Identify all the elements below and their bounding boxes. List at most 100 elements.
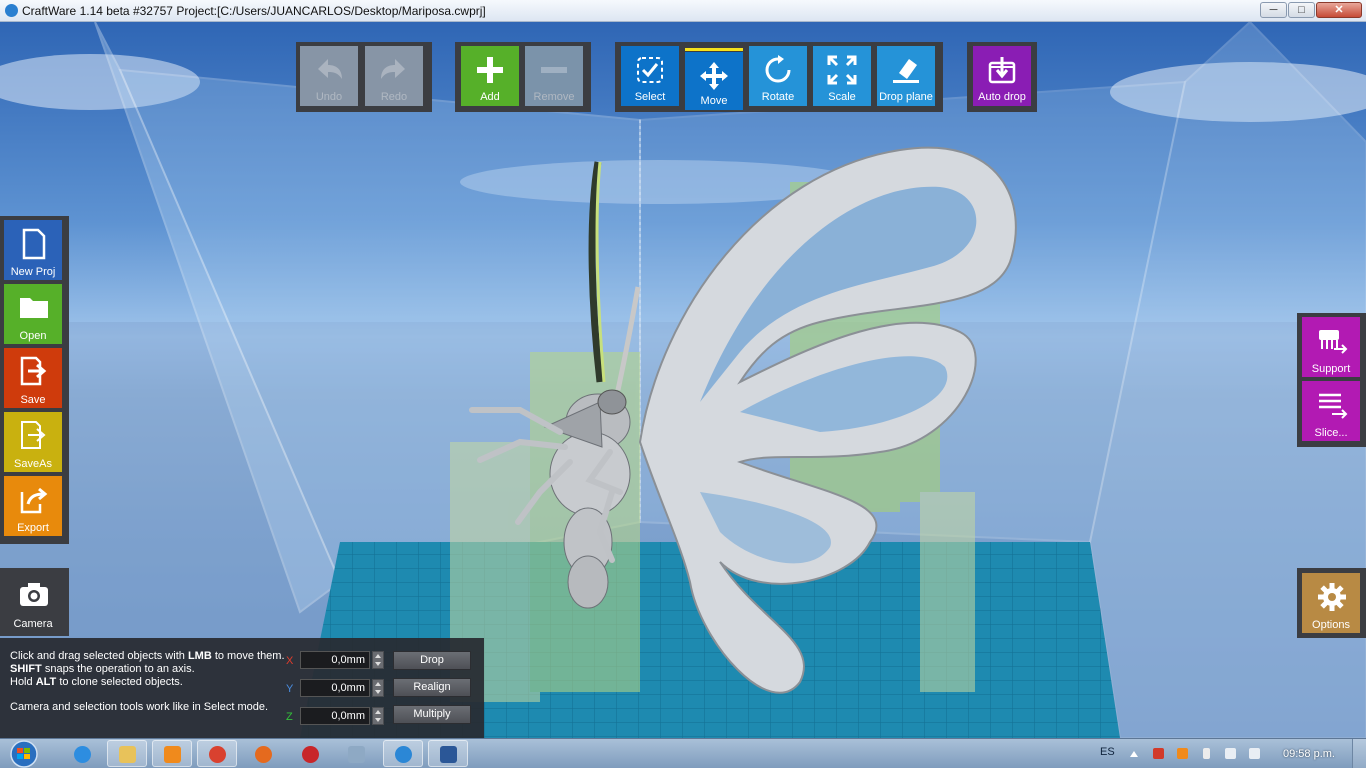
- folder-icon: [119, 746, 136, 763]
- taskbar-chrome[interactable]: [197, 740, 237, 767]
- x-offset-spinner[interactable]: [372, 651, 384, 669]
- open-label: Open: [19, 330, 47, 342]
- select-check-icon: [637, 57, 663, 83]
- save-as-button[interactable]: SaveAs: [4, 412, 62, 472]
- plus-icon: [477, 57, 503, 83]
- craftware-icon: [395, 746, 412, 763]
- redo-button[interactable]: Redo: [365, 46, 423, 106]
- undo-button[interactable]: Undo: [300, 46, 358, 106]
- save-label: Save: [20, 394, 46, 406]
- network-signal-icon[interactable]: [1225, 748, 1236, 759]
- move-label: Move: [700, 95, 728, 107]
- camera-button[interactable]: Camera: [4, 572, 62, 632]
- camera-side-panel: Camera: [0, 568, 69, 636]
- gear-icon: [1318, 583, 1346, 611]
- scale-label: Scale: [828, 91, 856, 103]
- scale-icon: [827, 55, 857, 85]
- active-tool-indicator: [685, 48, 743, 51]
- 3d-viewport[interactable]: Undo Redo Add Remove Select Move Rotate …: [0, 22, 1366, 738]
- auto-drop-toolbar-group: Auto drop: [967, 42, 1037, 112]
- system-clock[interactable]: 09:58 p.m.: [1283, 748, 1335, 760]
- slicing-side-panel: Support Slice...: [1297, 313, 1366, 447]
- input-language-indicator[interactable]: ES: [1100, 746, 1115, 758]
- history-toolbar-group: Undo Redo: [296, 42, 432, 112]
- drop-plane-button[interactable]: Drop plane: [877, 46, 935, 106]
- z-axis-label: Z: [286, 711, 293, 723]
- action-center-flag-icon[interactable]: [1153, 748, 1164, 759]
- slice-layers-icon: [1319, 393, 1348, 419]
- battery-icon[interactable]: [1203, 748, 1210, 759]
- redo-label: Redo: [380, 91, 408, 103]
- media-player-icon: [164, 746, 181, 763]
- slice-label: Slice...: [1314, 427, 1348, 439]
- save-button[interactable]: Save: [4, 348, 62, 408]
- save-as-icon: [21, 421, 46, 449]
- open-button[interactable]: Open: [4, 284, 62, 344]
- move-arrows-icon: [700, 62, 728, 90]
- rotate-button[interactable]: Rotate: [749, 46, 807, 106]
- help-line-2: SHIFT snaps the operation to an axis.: [10, 663, 195, 675]
- taskbar-word[interactable]: [428, 740, 468, 767]
- auto-drop-label: Auto drop: [978, 91, 1026, 103]
- support-button[interactable]: Support: [1302, 317, 1360, 377]
- drop-button[interactable]: Drop: [393, 651, 471, 670]
- scale-button[interactable]: Scale: [813, 46, 871, 106]
- x-offset-input[interactable]: [300, 651, 370, 669]
- select-label: Select: [634, 91, 666, 103]
- taskbar-media-player[interactable]: [152, 740, 192, 767]
- taskbar-internet-explorer[interactable]: [62, 740, 102, 767]
- taskbar-calculator[interactable]: [336, 740, 376, 767]
- y-axis-label: Y: [286, 683, 294, 695]
- save-arrow-icon: [20, 356, 47, 386]
- new-project-button[interactable]: New Proj: [4, 220, 62, 280]
- taskbar-app-red[interactable]: [290, 740, 330, 767]
- window-title: CraftWare 1.14 beta #32757 Project:[C:/U…: [22, 4, 486, 18]
- auto-drop-button[interactable]: Auto drop: [973, 46, 1031, 106]
- z-offset-input[interactable]: [300, 707, 370, 725]
- remove-button[interactable]: Remove: [525, 46, 583, 106]
- select-button[interactable]: Select: [621, 46, 679, 106]
- undo-label: Undo: [315, 91, 343, 103]
- add-label: Add: [480, 91, 500, 103]
- options-button[interactable]: Options: [1302, 573, 1360, 633]
- taskbar-file-explorer[interactable]: [107, 740, 147, 767]
- export-button[interactable]: Export: [4, 476, 62, 536]
- red-app-icon: [302, 746, 319, 763]
- realign-button[interactable]: Realign: [393, 678, 471, 697]
- show-hidden-icons-arrow-icon[interactable]: [1130, 751, 1138, 757]
- title-bar: CraftWare 1.14 beta #32757 Project:[C:/U…: [0, 0, 1366, 22]
- speaker-volume-icon[interactable]: [1249, 748, 1260, 759]
- move-button[interactable]: Move: [685, 48, 743, 110]
- multiply-button[interactable]: Multiply: [393, 705, 471, 724]
- eraser-plane-icon: [893, 59, 919, 83]
- rotate-icon: [765, 55, 791, 83]
- folder-icon: [20, 298, 48, 318]
- transform-toolbar-group: Select Move Rotate Scale Drop plane: [615, 42, 943, 112]
- z-offset-spinner[interactable]: [372, 707, 384, 725]
- camera-label: Camera: [13, 618, 53, 630]
- redo-icon: [381, 59, 405, 79]
- minimize-button[interactable]: ─: [1260, 2, 1287, 18]
- internet-explorer-icon: [74, 746, 91, 763]
- maximize-button[interactable]: □: [1288, 2, 1315, 18]
- export-label: Export: [17, 522, 49, 534]
- start-orb-icon[interactable]: [6, 740, 42, 768]
- office-upload-icon[interactable]: [1177, 748, 1188, 759]
- new-project-label: New Proj: [10, 266, 56, 278]
- y-offset-input[interactable]: [300, 679, 370, 697]
- taskbar-firefox[interactable]: [243, 740, 283, 767]
- y-offset-spinner[interactable]: [372, 679, 384, 697]
- close-button[interactable]: ✕: [1316, 2, 1362, 18]
- support-label: Support: [1311, 363, 1351, 375]
- taskbar-craftware[interactable]: [383, 740, 423, 767]
- remove-label: Remove: [533, 91, 575, 103]
- calculator-icon: [348, 746, 365, 763]
- slice-button[interactable]: Slice...: [1302, 381, 1360, 441]
- show-desktop-button[interactable]: [1352, 739, 1366, 768]
- options-label: Options: [1312, 619, 1350, 631]
- support-icon: [1319, 330, 1348, 354]
- export-icon: [20, 487, 48, 514]
- move-tool-info-panel: Click and drag selected objects with LMB…: [0, 638, 484, 738]
- add-button[interactable]: Add: [461, 46, 519, 106]
- new-document-icon: [22, 228, 46, 260]
